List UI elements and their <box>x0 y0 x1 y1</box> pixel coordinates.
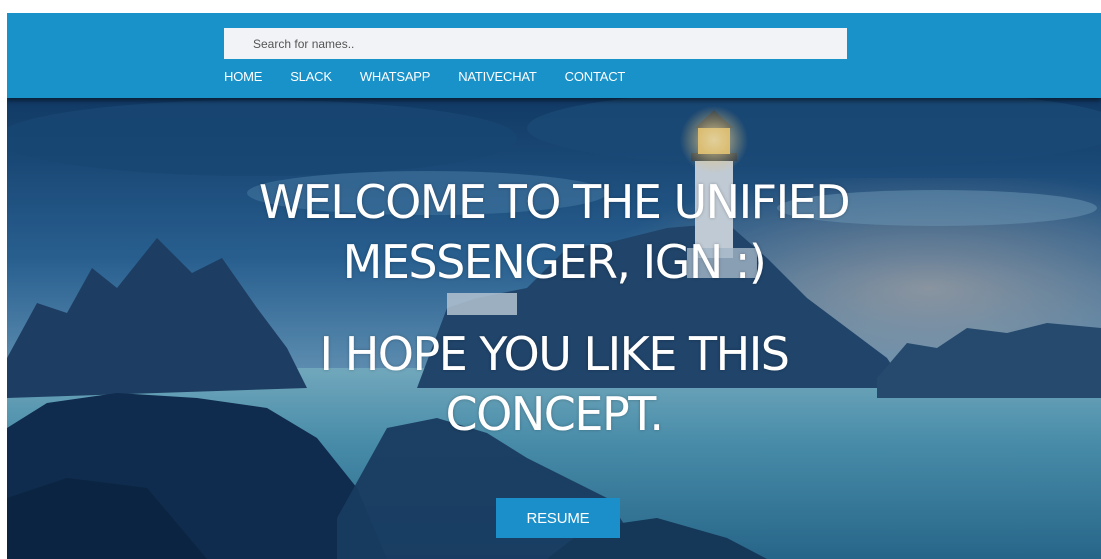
nav-home[interactable]: HOME <box>224 68 262 88</box>
top-bar: HOME SLACK WHATSAPP NATIVECHAT CONTACT <box>7 13 1101 98</box>
search-input[interactable] <box>224 28 847 59</box>
nav-contact[interactable]: CONTACT <box>565 68 626 88</box>
nav-nativechat[interactable]: NATIVECHAT <box>458 68 537 88</box>
welcome-heading-line-1: WELCOME TO THE UNIFIED <box>258 175 851 229</box>
welcome-heading-line-2: MESSENGER, IGN :) <box>342 235 767 289</box>
nav-slack[interactable]: SLACK <box>290 68 332 88</box>
main-nav: HOME SLACK WHATSAPP NATIVECHAT CONTACT <box>224 68 625 88</box>
nav-whatsapp[interactable]: WHATSAPP <box>360 68 431 88</box>
resume-button[interactable]: RESUME <box>496 498 620 538</box>
hope-heading-line-2: CONCEPT. <box>445 387 664 441</box>
page: HOME SLACK WHATSAPP NATIVECHAT CONTACT <box>7 13 1101 559</box>
hope-heading-line-1: I HOPE YOU LIKE THIS <box>319 327 791 381</box>
